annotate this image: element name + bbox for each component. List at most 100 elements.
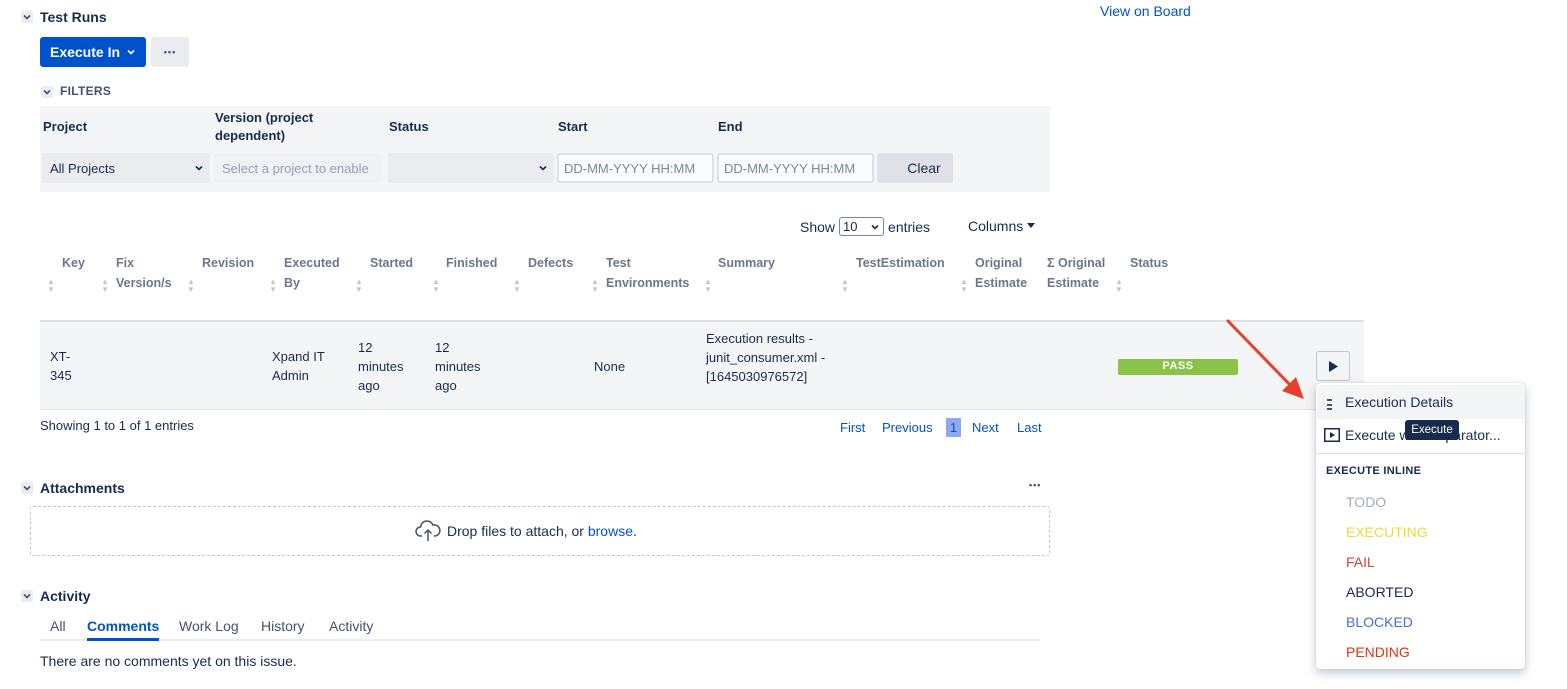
version-select-placeholder: Select a project to enable xyxy=(222,160,369,176)
show-entries-control: Show 10 entries xyxy=(800,217,930,236)
row-finished: 12 minutes ago xyxy=(435,340,481,393)
column-header-sum-original-estimate[interactable]: Σ Original Estimate xyxy=(1047,253,1107,293)
execution-details-label: Execution Details xyxy=(1345,394,1454,410)
end-label: End xyxy=(718,119,743,134)
columns-label: Columns xyxy=(968,218,1024,234)
column-header-key[interactable]: Key xyxy=(62,253,85,273)
more-actions-button[interactable]: ••• xyxy=(151,37,189,67)
column-header-started[interactable]: Started xyxy=(370,253,413,273)
test-runs-title: Test Runs xyxy=(40,9,107,25)
end-date-input[interactable]: DD-MM-YYYY HH:MM xyxy=(717,153,874,183)
current-page[interactable]: 1 xyxy=(946,418,961,437)
tabs-divider xyxy=(40,639,1040,641)
start-date-input[interactable]: DD-MM-YYYY HH:MM xyxy=(557,153,714,183)
clear-label: Clear xyxy=(907,160,941,176)
sort-icon[interactable]: ▲ ▼ xyxy=(960,278,968,294)
sort-icon[interactable]: ▲ ▼ xyxy=(704,278,712,294)
inline-status-executing[interactable]: EXECUTING xyxy=(1346,524,1428,540)
sort-icon[interactable]: ▲ ▼ xyxy=(1115,278,1123,294)
inline-status-blocked[interactable]: BLOCKED xyxy=(1346,614,1413,630)
sort-icon[interactable]: ▲ ▼ xyxy=(432,278,440,294)
cloud-upload-icon xyxy=(415,520,441,541)
column-header-status[interactable]: Status xyxy=(1130,253,1168,273)
row-executed-by-link[interactable]: Xpand IT Admin xyxy=(272,347,338,385)
sort-icon[interactable]: ▲ ▼ xyxy=(591,278,599,294)
inline-status-fail[interactable]: FAIL xyxy=(1346,554,1375,570)
execute-tooltip: Execute xyxy=(1405,420,1459,440)
sort-icon[interactable]: ▲ ▼ xyxy=(269,278,277,294)
sort-icon[interactable]: ▲ ▼ xyxy=(841,278,849,294)
columns-button[interactable]: Columns xyxy=(968,218,1036,234)
sort-icon[interactable]: ▲ ▼ xyxy=(187,278,195,294)
column-header-summary[interactable]: Summary xyxy=(718,253,775,273)
tab-comments[interactable]: Comments xyxy=(87,618,159,634)
row-key-link[interactable]: XT-345 xyxy=(50,347,80,385)
chevron-down-icon xyxy=(127,49,135,55)
clear-filters-button[interactable]: Clear xyxy=(877,153,953,183)
view-on-board-link[interactable]: View on Board xyxy=(1100,3,1191,19)
no-comments-text: There are no comments yet on this issue. xyxy=(40,653,297,669)
status-label: Status xyxy=(389,119,429,134)
inline-status-aborted[interactable]: ABORTED xyxy=(1346,584,1413,600)
caret-down-icon xyxy=(1027,223,1036,228)
inline-status-todo[interactable]: TODO xyxy=(1346,494,1386,510)
attachments-collapse-icon[interactable] xyxy=(21,482,33,494)
execute-in-label: Execute In xyxy=(49,44,121,60)
project-select-value: All Projects xyxy=(50,160,116,176)
chevron-down-icon xyxy=(871,224,879,230)
attachments-more-icon[interactable]: ••• xyxy=(1029,480,1041,490)
entries-label: entries xyxy=(888,218,931,235)
entries-select-value: 10 xyxy=(843,219,858,234)
start-date-placeholder: DD-MM-YYYY HH:MM xyxy=(564,160,696,176)
tab-work-log[interactable]: Work Log xyxy=(179,618,239,634)
status-select[interactable] xyxy=(388,153,554,183)
browse-link[interactable]: browse xyxy=(588,523,633,539)
drop-text-period: . xyxy=(632,523,637,539)
project-label: Project xyxy=(43,119,88,134)
test-runs-collapse-icon[interactable] xyxy=(21,11,33,23)
inline-status-pending[interactable]: PENDING xyxy=(1346,644,1410,660)
filters-collapse-icon[interactable] xyxy=(41,86,53,98)
next-page-link[interactable]: Next xyxy=(972,420,999,435)
attachments-drop-text: Drop files to attach, or browse. xyxy=(447,523,637,539)
entries-select[interactable]: 10 xyxy=(839,217,885,236)
start-label: Start xyxy=(558,119,588,134)
tab-activity[interactable]: Activity xyxy=(329,618,373,634)
play-icon xyxy=(1329,360,1338,372)
column-header-test-environments[interactable]: Test Environments xyxy=(606,253,701,293)
list-icon xyxy=(1327,399,1332,410)
project-select[interactable]: All Projects xyxy=(42,153,210,183)
active-tab-indicator xyxy=(87,638,159,641)
execute-window-icon xyxy=(1324,428,1340,442)
filters-title: FILTERS xyxy=(60,84,112,98)
show-label: Show xyxy=(800,218,836,235)
chevron-down-icon xyxy=(195,165,203,171)
column-header-revision[interactable]: Revision xyxy=(202,253,254,273)
attachments-title: Attachments xyxy=(40,480,125,496)
version-label: Version (project dependent) xyxy=(215,110,314,143)
sort-icon[interactable]: ▲ ▼ xyxy=(355,278,363,294)
column-header-fix-version[interactable]: Fix Version/s xyxy=(116,253,176,293)
column-header-executed-by[interactable]: Executed By xyxy=(284,253,344,293)
version-select[interactable]: Select a project to enable xyxy=(214,153,382,183)
annotation-arrow xyxy=(1226,319,1304,399)
activity-collapse-icon[interactable] xyxy=(21,590,33,602)
sort-icon[interactable]: ▲ ▼ xyxy=(513,278,521,294)
tab-all[interactable]: All xyxy=(50,618,66,634)
column-header-test-estimation[interactable]: TestEstimation xyxy=(856,253,945,273)
activity-title: Activity xyxy=(40,588,91,604)
first-page-link[interactable]: First xyxy=(840,420,865,435)
sort-icon[interactable]: ▲ ▼ xyxy=(47,278,55,294)
row-summary-link[interactable]: Execution results - junit_consumer.xml -… xyxy=(706,329,831,386)
column-header-defects[interactable]: Defects xyxy=(528,253,573,273)
last-page-link[interactable]: Last xyxy=(1017,420,1042,435)
execute-button[interactable] xyxy=(1316,351,1350,381)
showing-entries-text: Showing 1 to 1 of 1 entries xyxy=(40,418,194,433)
sort-icon[interactable]: ▲ ▼ xyxy=(101,278,109,294)
execute-in-button[interactable]: Execute In xyxy=(40,37,146,67)
previous-page-link[interactable]: Previous xyxy=(882,420,933,435)
column-header-finished[interactable]: Finished xyxy=(446,253,497,273)
column-header-original-estimate[interactable]: Original Estimate xyxy=(975,253,1035,293)
tab-history[interactable]: History xyxy=(261,618,305,634)
row-started: 12 minutes ago xyxy=(358,340,404,393)
